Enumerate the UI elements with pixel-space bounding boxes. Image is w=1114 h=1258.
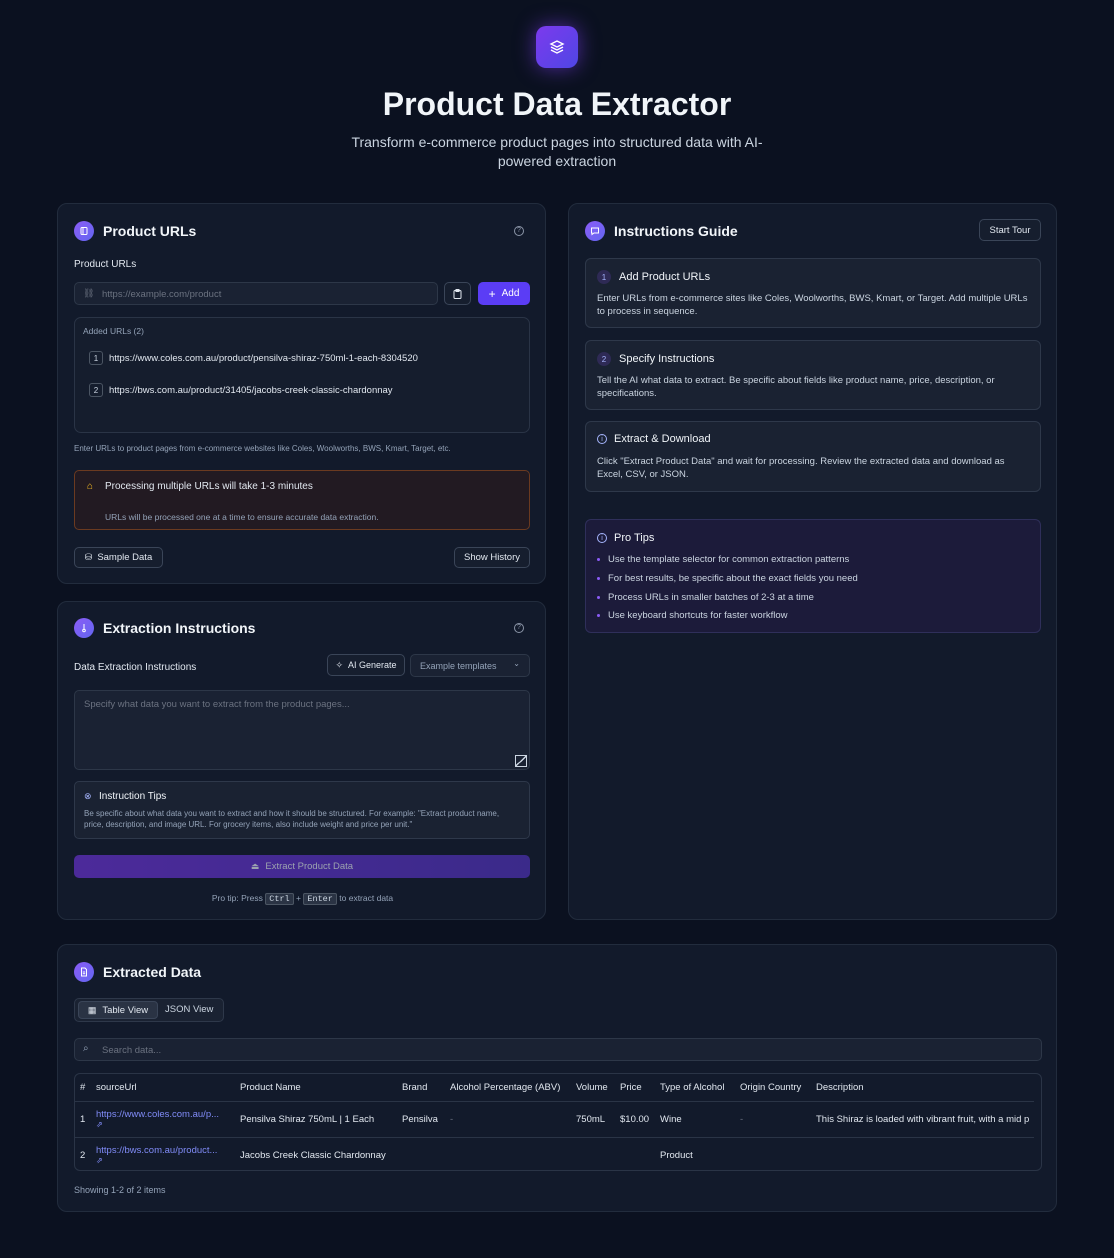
page-subtitle: Transform e-commerce product pages into … (351, 134, 763, 169)
column-header: Alcohol Percentage (ABV) (445, 1074, 571, 1102)
table-row[interactable]: 1 https://www.coles.com.au/p... ⇗ Pensilv… (75, 1101, 1035, 1138)
list-item[interactable]: 2 https://bws.com.au/product/31405/jacobs… (89, 383, 393, 397)
column-header: Price (615, 1074, 655, 1102)
start-tour-button[interactable]: Start Tour (979, 219, 1041, 241)
plus-icon: + (488, 286, 496, 301)
list-item[interactable]: 1 https://www.coles.com.au/product/pensil… (89, 351, 418, 365)
sample-data-button[interactable]: ⛁ Sample Data (74, 547, 163, 568)
instructions-guide-card: Instructions Guide Start Tour 1 Add Produ… (568, 203, 1057, 920)
close-circle-icon: ⊗ (84, 791, 92, 801)
external-link-icon[interactable]: ⇗ (96, 1120, 230, 1130)
info-icon: i (597, 533, 607, 543)
url-input[interactable]: ⛓ https://example.com/product (74, 282, 438, 305)
list-item: For best results, be specific about the … (597, 573, 858, 584)
table-header: # sourceUrl Product Name Brand Alcohol P… (75, 1074, 1035, 1102)
column-header: Origin Country (735, 1074, 811, 1102)
column-header: # (75, 1074, 91, 1102)
card-title: Extraction Instructions (103, 620, 256, 636)
view-tabs: ▦ Table View JSON View (74, 998, 224, 1022)
card-title: Extracted Data (103, 964, 202, 980)
extraction-instructions-card: Extraction Instructions ? Data Extractio… (57, 601, 546, 920)
list-item: Use the template selector for common ext… (597, 554, 849, 565)
pro-tip-hint: Pro tip: Press Ctrl + Enter to extract d… (211, 893, 394, 905)
guide-step: i Extract & Download Click "Extract Produ… (585, 421, 1041, 492)
bell-icon: ⌂ (87, 481, 94, 492)
ai-generate-button[interactable]: ✧ AI Generate (327, 654, 405, 676)
table-icon: ▦ (87, 1004, 97, 1015)
external-link-icon[interactable]: ⇗ (96, 1156, 230, 1166)
column-header: Volume (571, 1074, 615, 1102)
template-select[interactable]: Example templates ⌄ (410, 654, 530, 677)
pagination-summary: Showing 1-2 of 2 items (74, 1185, 166, 1195)
field-label: Product URLs (74, 259, 137, 270)
added-urls-list: Added URLs (2) 1 https://www.coles.com.au… (74, 317, 530, 433)
added-urls-label: Added URLs (2) (83, 326, 144, 336)
column-header: Description (811, 1074, 1035, 1102)
urls-help-text: Enter URLs to product pages from e-comme… (74, 444, 451, 453)
guide-step: 1 Add Product URLs Enter URLs from e-comm… (585, 258, 1041, 328)
chat-icon (585, 221, 605, 241)
data-table: # sourceUrl Product Name Brand Alcohol P… (74, 1073, 1042, 1171)
show-history-button[interactable]: Show History (454, 547, 530, 568)
extracted-data-card: Extracted Data ▦ Table View JSON View ⌕ S… (57, 944, 1057, 1212)
guide-step: 2 Specify Instructions Tell the AI what d… (585, 340, 1041, 410)
product-urls-card: Product URLs ? Product URLs ⛓ https://ex… (57, 203, 546, 584)
column-header: Product Name (235, 1074, 397, 1102)
field-label: Data Extraction Instructions (74, 662, 197, 673)
search-input[interactable]: ⌕ Search data... (74, 1038, 1042, 1061)
tab-json-view[interactable]: JSON View (165, 1004, 213, 1015)
extract-product-data-button[interactable]: ⏏ Extract Product Data (74, 855, 530, 878)
pro-tips-box: i Pro Tips Use the template selector for … (585, 519, 1041, 633)
processing-warning: ⌂ Processing multiple URLs will take 1-3… (74, 470, 530, 530)
link-icon: ⛓ (83, 288, 95, 298)
list-item: Process URLs in smaller batches of 2-3 a… (597, 592, 814, 603)
help-icon[interactable]: ? (514, 623, 524, 633)
file-icon (74, 962, 94, 982)
sparkle-icon: ✧ (335, 659, 343, 670)
database-icon: ⛁ (84, 552, 93, 562)
help-icon[interactable]: ? (514, 226, 524, 236)
card-title: Instructions Guide (614, 223, 738, 239)
flask-icon: ⏏ (250, 861, 260, 871)
column-header: Type of Alcohol (655, 1074, 735, 1102)
table-row[interactable]: 2 https://bws.com.au/product... ⇗ Jacobs … (75, 1137, 1034, 1170)
enter-key: Enter (303, 893, 337, 905)
url-input-placeholder: https://example.com/product (102, 289, 222, 300)
instructions-textarea[interactable]: Specify what data you want to extract fr… (74, 690, 530, 770)
list-item: Use keyboard shortcuts for faster workfl… (597, 610, 788, 621)
search-icon: ⌕ (83, 1043, 89, 1054)
info-icon: i (597, 434, 607, 444)
source-url-link[interactable]: https://bws.com.au/product... ⇗ (91, 1137, 235, 1170)
resize-handle-icon[interactable] (515, 755, 527, 767)
source-url-link[interactable]: https://www.coles.com.au/p... ⇗ (91, 1101, 235, 1138)
column-header: Brand (397, 1074, 445, 1102)
paste-button[interactable] (444, 282, 471, 305)
document-icon (74, 221, 94, 241)
ctrl-key: Ctrl (265, 893, 294, 905)
card-title: Product URLs (103, 223, 197, 239)
thermometer-icon (74, 618, 94, 638)
add-url-button[interactable]: + Add (478, 282, 530, 305)
tab-table-view[interactable]: ▦ Table View (78, 1001, 158, 1019)
clipboard-icon (453, 288, 462, 299)
page-title: Product Data Extractor (382, 86, 732, 122)
column-header: sourceUrl (91, 1074, 235, 1102)
chevron-down-icon: ⌄ (513, 659, 520, 668)
instruction-tips: ⊗ Instruction Tips Be specific about wha… (74, 781, 530, 839)
app-logo-icon (536, 26, 578, 68)
